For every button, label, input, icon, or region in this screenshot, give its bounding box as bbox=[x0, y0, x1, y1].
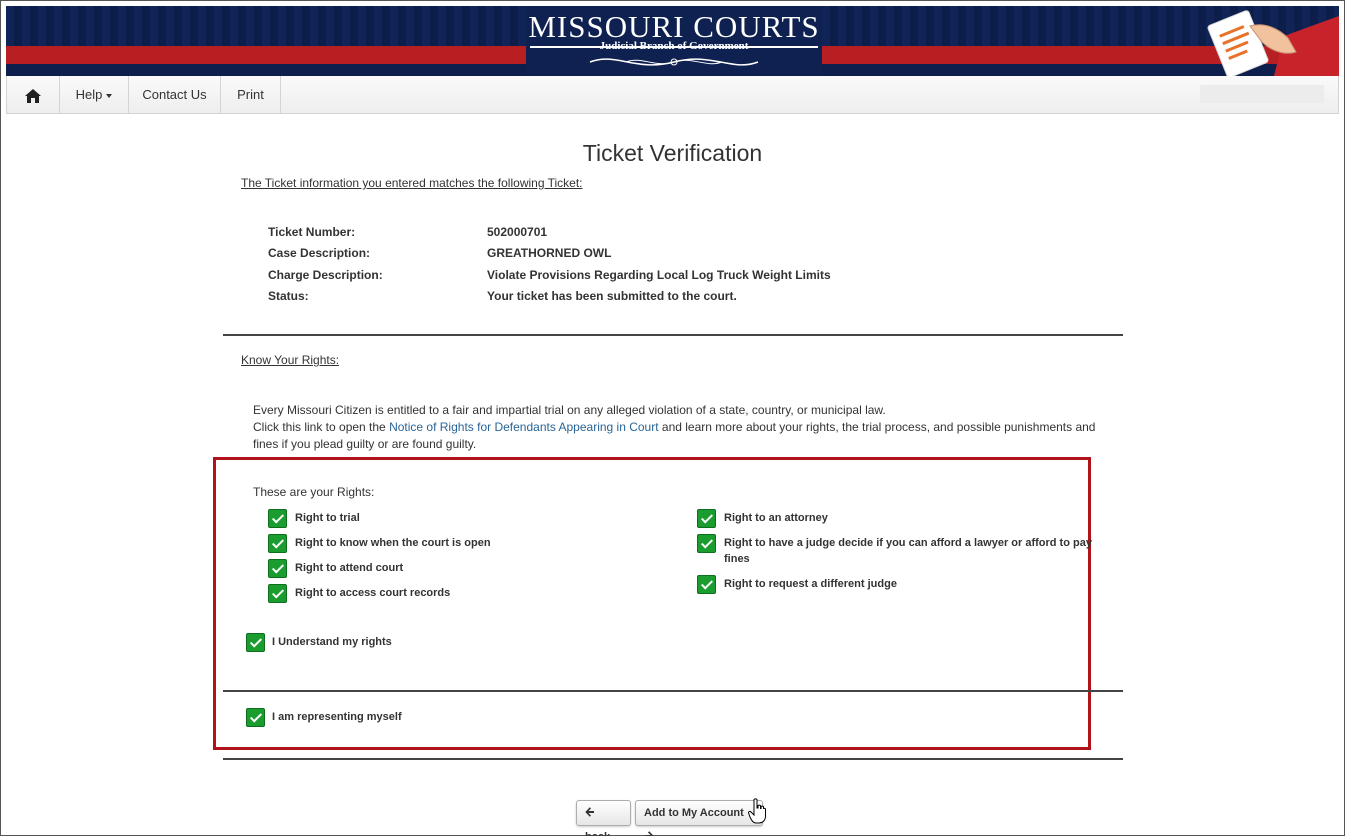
logo-title: MISSOURI COURTS bbox=[528, 9, 820, 44]
rights-paragraph: Every Missouri Citizen is entitled to a … bbox=[253, 402, 1113, 453]
rights-paragraph-line2: Click this link to open the Notice of Ri… bbox=[253, 419, 1113, 453]
nav-contact-us[interactable]: Contact Us bbox=[129, 76, 221, 113]
ticket-number-label: Ticket Number: bbox=[268, 225, 356, 239]
page-title: Ticket Verification bbox=[582, 140, 763, 166]
right-to-judge-decide-label: Right to have a judge decide if you can … bbox=[724, 537, 1092, 565]
arrow-left-icon bbox=[585, 807, 594, 817]
flourish-ornament-icon bbox=[589, 58, 759, 66]
notice-of-rights-link[interactable]: Notice of Rights for Defendants Appearin… bbox=[389, 420, 658, 434]
add-to-my-account-button[interactable]: Add to My Account bbox=[635, 800, 763, 836]
section-divider bbox=[223, 334, 1123, 336]
rights-inner-divider bbox=[223, 690, 1123, 692]
representing-myself-label: I am representing myself bbox=[272, 711, 402, 723]
add-to-account-label: Add to My Account bbox=[644, 807, 744, 819]
rights-paragraph-line1: Every Missouri Citizen is entitled to a … bbox=[253, 403, 886, 417]
right-to-access-records-label: Right to access court records bbox=[295, 587, 451, 599]
right-to-trial-label: Right to trial bbox=[295, 512, 360, 524]
missouri-courts-logo[interactable]: MISSOURI COURTS Judicial Branch of Gover… bbox=[526, 6, 822, 76]
caret-down-icon bbox=[106, 93, 113, 98]
user-account-menu[interactable] bbox=[1200, 85, 1324, 103]
know-your-rights-heading: Know Your Rights: bbox=[241, 353, 340, 367]
main-navbar: Help Contact Us Print bbox=[6, 76, 1339, 114]
ticket-number-value: 502000701 bbox=[487, 225, 548, 239]
nav-print[interactable]: Print bbox=[221, 76, 281, 113]
home-icon bbox=[25, 88, 41, 103]
case-description-value: GREATHORNED OWL bbox=[487, 246, 612, 260]
nav-help-dropdown[interactable]: Help bbox=[60, 76, 129, 113]
rights-paragraph-pre: Click this link to open the bbox=[253, 420, 390, 434]
hand-document-icon bbox=[1207, 10, 1339, 76]
case-description-label: Case Description: bbox=[268, 246, 371, 260]
status-label: Status: bbox=[268, 289, 309, 303]
bottom-divider bbox=[223, 758, 1123, 760]
nav-home[interactable] bbox=[7, 76, 60, 113]
right-to-access-records-checkbox[interactable] bbox=[268, 584, 287, 603]
site-banner: MISSOURI COURTS Judicial Branch of Gover… bbox=[6, 6, 1339, 76]
right-to-attend-court-checkbox[interactable] bbox=[268, 559, 287, 578]
rights-highlight-box bbox=[213, 457, 1091, 750]
charge-description-label: Charge Description: bbox=[268, 268, 383, 282]
right-to-judge-decide-checkbox[interactable] bbox=[697, 534, 716, 553]
right-to-different-judge-checkbox[interactable] bbox=[697, 575, 716, 594]
right-to-attorney-label: Right to an attorney bbox=[724, 512, 828, 524]
back-button-label: back bbox=[585, 831, 610, 836]
status-value: Your ticket has been submitted to the co… bbox=[487, 289, 737, 303]
logo-rule bbox=[530, 46, 818, 48]
right-to-trial-checkbox[interactable] bbox=[268, 509, 287, 528]
right-to-different-judge-label: Right to request a different judge bbox=[724, 578, 897, 590]
right-to-attorney-checkbox[interactable] bbox=[697, 509, 716, 528]
right-to-know-court-open-checkbox[interactable] bbox=[268, 534, 287, 553]
understand-rights-label: I Understand my rights bbox=[272, 636, 392, 648]
charge-description-value: Violate Provisions Regarding Local Log T… bbox=[487, 268, 831, 282]
sign-in-icon bbox=[645, 831, 654, 836]
nav-help-label: Help bbox=[75, 87, 103, 102]
rights-list-label: These are your Rights: bbox=[253, 485, 375, 499]
right-to-know-court-open-label: Right to know when the court is open bbox=[295, 537, 491, 549]
representing-myself-checkbox[interactable] bbox=[246, 708, 265, 727]
understand-rights-checkbox[interactable] bbox=[246, 633, 265, 652]
ticket-match-heading: The Ticket information you entered match… bbox=[241, 176, 583, 190]
hand-pointer-cursor-icon bbox=[748, 798, 766, 824]
back-button[interactable]: back bbox=[576, 800, 631, 836]
right-to-attend-court-label: Right to attend court bbox=[295, 562, 404, 574]
